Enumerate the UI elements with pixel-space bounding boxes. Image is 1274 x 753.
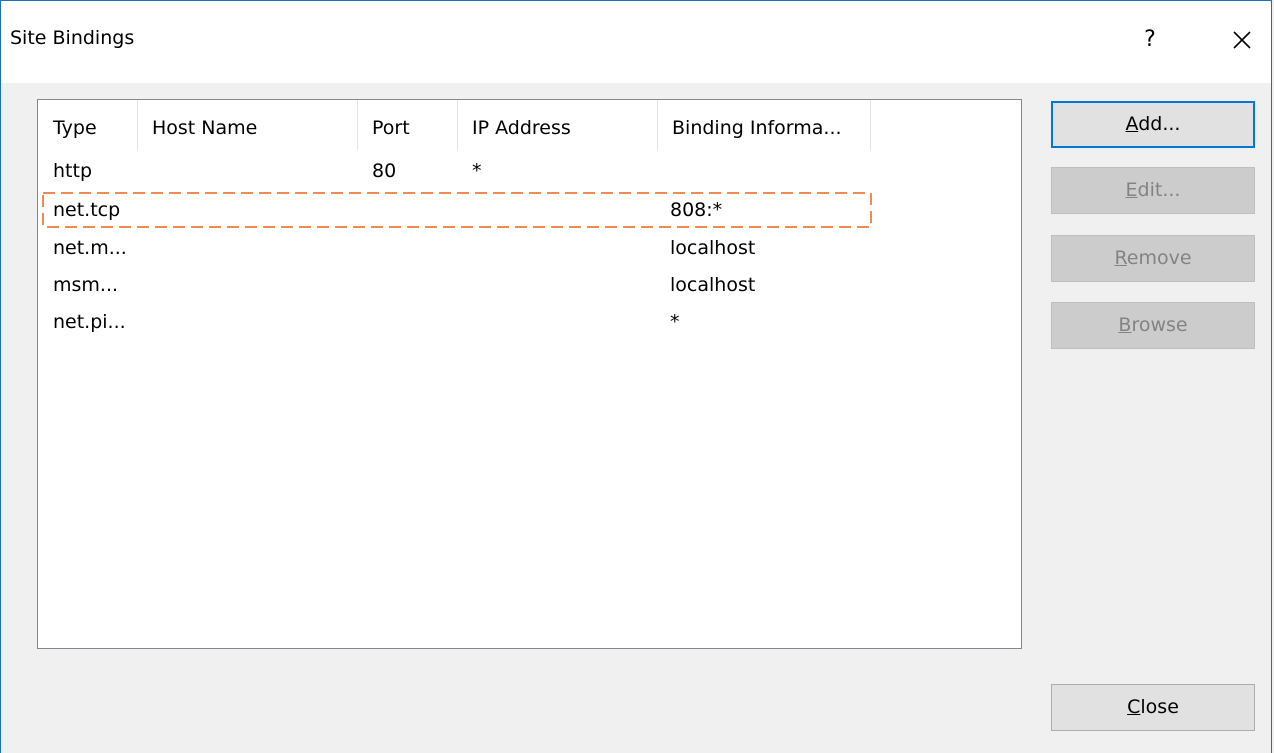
close-button-accelerator: C	[1127, 696, 1141, 718]
cell-port: 80	[372, 160, 397, 182]
cell-type: net.tcp	[53, 199, 121, 221]
cell-type: http	[53, 160, 93, 182]
cell-binding-information: localhost	[670, 237, 756, 259]
browse-button[interactable]: Browse	[1051, 302, 1255, 349]
column-header-host-name[interactable]: Host Name	[137, 100, 358, 152]
cell-binding-information: 808:*	[670, 199, 723, 221]
close-button[interactable]: Close	[1051, 684, 1255, 731]
column-header-port[interactable]: Port	[357, 100, 458, 152]
edit-button[interactable]: Edit...	[1051, 167, 1255, 214]
table-row[interactable]: net.tcp 808:*	[38, 191, 1021, 229]
table-row[interactable]: msm... localhost	[38, 266, 1021, 304]
cell-type: net.m...	[53, 237, 127, 259]
cell-binding-information: localhost	[670, 274, 756, 296]
site-bindings-dialog: Site Bindings ? Type Host Name Port IP A…	[0, 0, 1272, 753]
edit-button-label: dit...	[1137, 179, 1181, 201]
cell-binding-information: *	[670, 311, 680, 333]
cell-type: msm...	[53, 274, 119, 296]
browse-button-accelerator: B	[1118, 314, 1132, 336]
add-button[interactable]: Add...	[1051, 101, 1255, 148]
bindings-list[interactable]: Type Host Name Port IP Address Binding I…	[37, 99, 1022, 649]
column-header-type[interactable]: Type	[38, 100, 138, 152]
title-bar: Site Bindings ?	[1, 1, 1271, 83]
cell-ip-address: *	[472, 160, 482, 182]
column-header-binding-information[interactable]: Binding Informa...	[657, 100, 871, 152]
close-window-button[interactable]	[1225, 23, 1259, 57]
column-header-ip-address[interactable]: IP Address	[457, 100, 658, 152]
table-row[interactable]: http 80 *	[38, 152, 1021, 190]
table-row[interactable]: net.pi... *	[38, 303, 1021, 341]
remove-button-label: emove	[1126, 247, 1192, 269]
add-button-accelerator: A	[1125, 113, 1139, 135]
cell-type: net.pi...	[53, 311, 126, 333]
table-row[interactable]: net.m... localhost	[38, 229, 1021, 267]
browse-button-label: rowse	[1131, 314, 1188, 336]
help-button[interactable]: ?	[1137, 23, 1163, 57]
add-button-label: dd...	[1138, 113, 1181, 135]
column-divider[interactable]	[870, 100, 871, 150]
dialog-title: Site Bindings	[10, 27, 135, 49]
close-button-label: lose	[1140, 696, 1179, 718]
close-icon	[1233, 31, 1251, 49]
remove-button-accelerator: R	[1114, 247, 1127, 269]
remove-button[interactable]: Remove	[1051, 235, 1255, 282]
edit-button-accelerator: E	[1125, 179, 1138, 201]
